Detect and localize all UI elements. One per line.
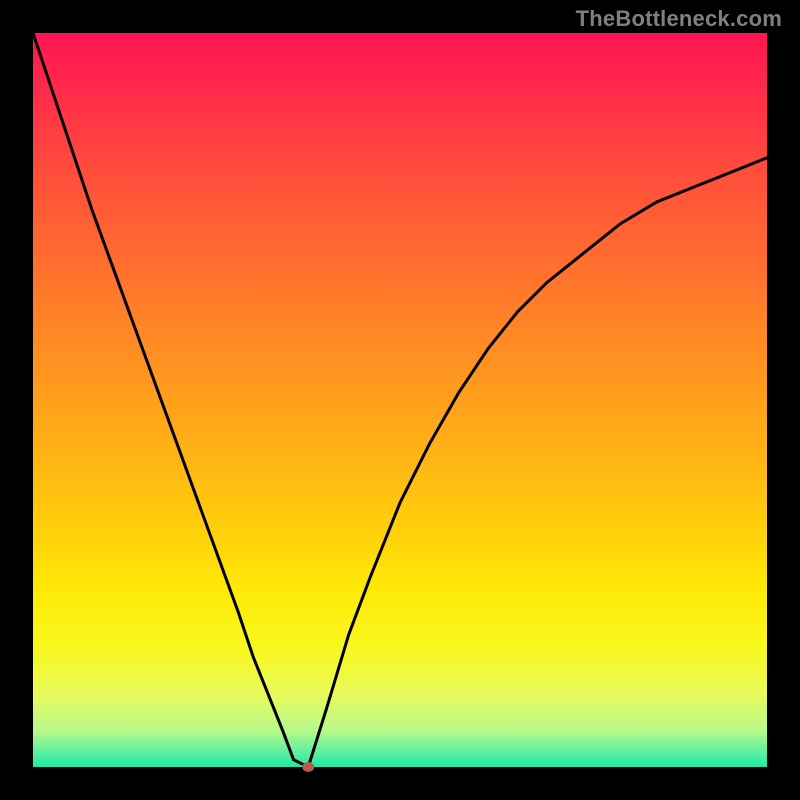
curve-svg xyxy=(33,33,767,767)
curve-left-branch xyxy=(33,33,308,767)
curve-right-branch xyxy=(308,158,767,767)
watermark-text: TheBottleneck.com xyxy=(576,6,782,32)
chart-frame: TheBottleneck.com xyxy=(0,0,800,800)
minimum-marker xyxy=(302,762,314,772)
plot-area xyxy=(33,33,767,767)
